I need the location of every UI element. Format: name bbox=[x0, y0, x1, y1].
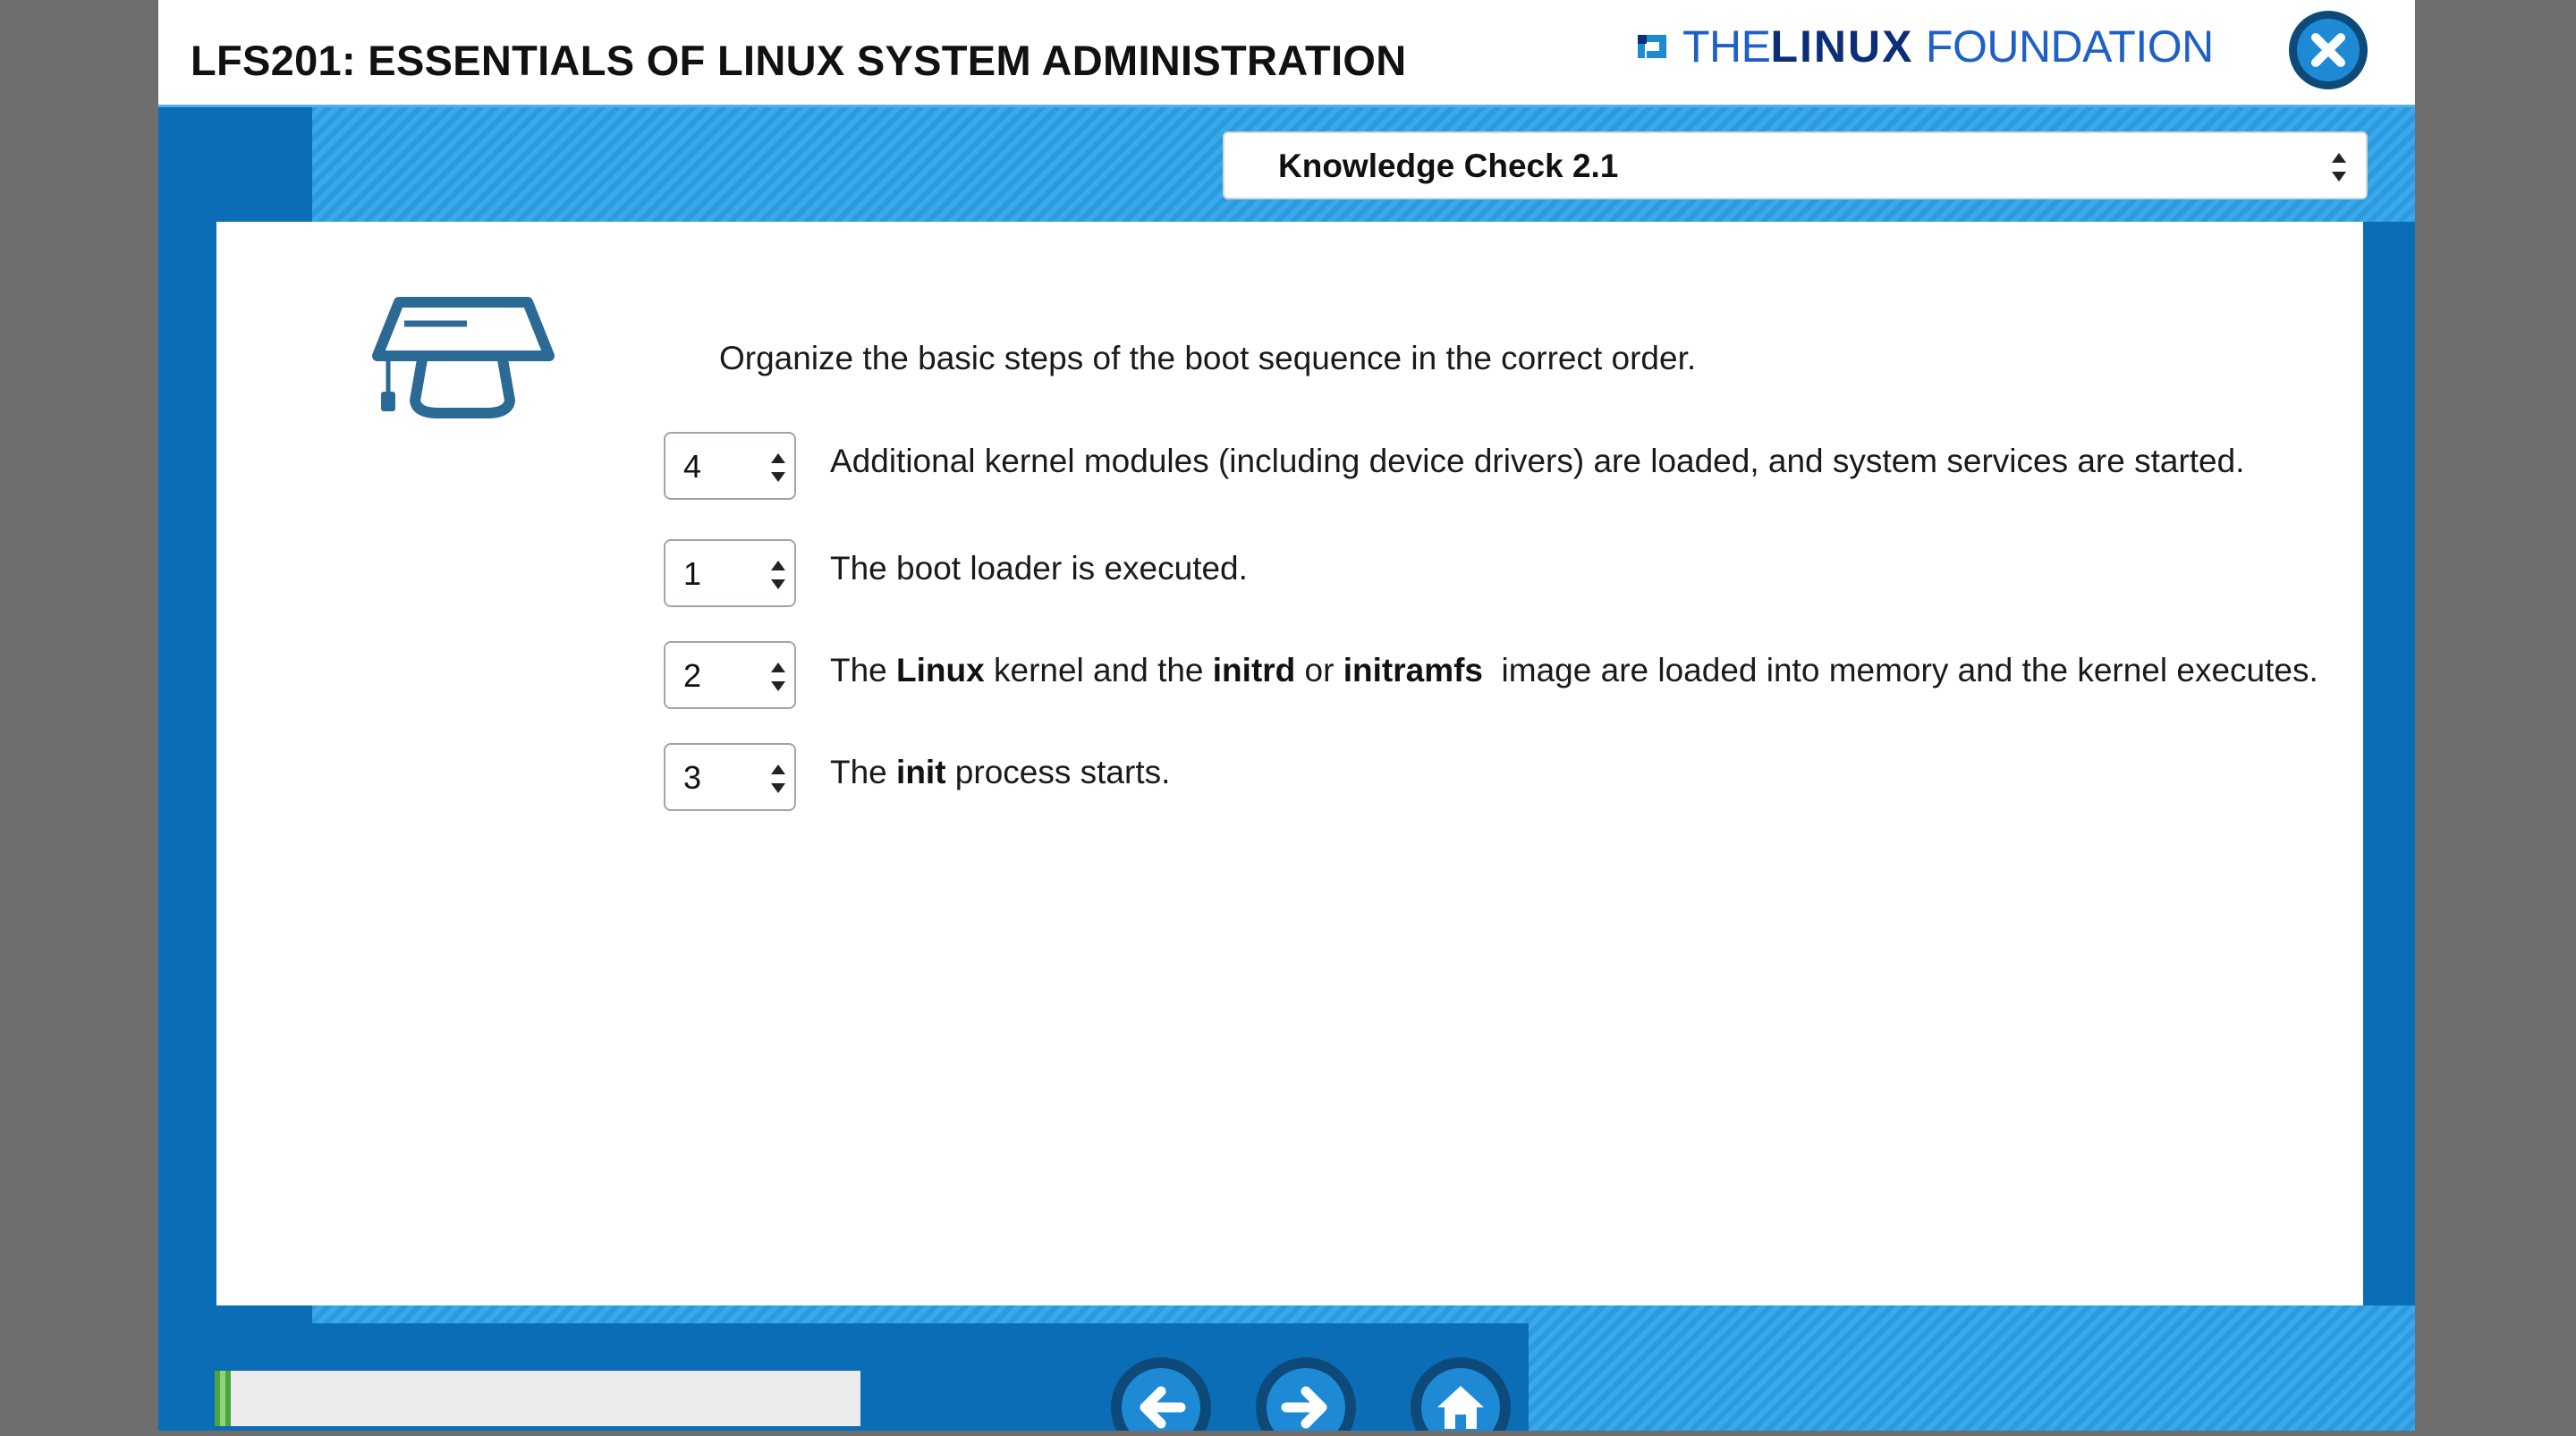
back-arrow-icon bbox=[1140, 1386, 1186, 1429]
step-text: Additional kernel modules (including dev… bbox=[830, 443, 2245, 479]
order-row: 3 The init process starts. bbox=[664, 743, 2363, 811]
course-player: LFS201: ESSENTIALS OF LINUX SYSTEM ADMIN… bbox=[158, 0, 2415, 1431]
select-arrows-icon bbox=[771, 764, 785, 793]
select-arrows-icon bbox=[771, 453, 785, 482]
order-value: 3 bbox=[683, 759, 702, 796]
linux-foundation-logo: THELINUX FOUNDATION bbox=[1634, 20, 2214, 73]
select-arrows-icon bbox=[2332, 153, 2346, 182]
content-panel: Organize the basic steps of the boot seq… bbox=[216, 222, 2363, 1305]
step-text: The boot loader is executed. bbox=[830, 550, 1248, 587]
step-text: The Linux kernel and the initrd or initr… bbox=[830, 652, 2318, 688]
order-value: 4 bbox=[683, 448, 702, 485]
select-arrows-icon bbox=[771, 561, 785, 589]
select-arrows-icon bbox=[771, 663, 785, 691]
question-prompt: Organize the basic steps of the boot seq… bbox=[719, 340, 1697, 376]
order-value: 2 bbox=[683, 657, 702, 694]
course-title: LFS201: ESSENTIALS OF LINUX SYSTEM ADMIN… bbox=[191, 37, 1407, 84]
brand-the: THE bbox=[1682, 21, 1771, 72]
order-select[interactable]: 3 bbox=[664, 743, 796, 811]
order-row: 1 The boot loader is executed. bbox=[664, 539, 2363, 607]
graduation-cap-icon bbox=[372, 297, 555, 418]
linux-foundation-mark-icon bbox=[1634, 31, 1670, 62]
order-select[interactable]: 1 bbox=[664, 539, 796, 607]
topic-select[interactable]: Knowledge Check 2.1 bbox=[1223, 131, 2368, 199]
order-row: 4 Additional kernel modules (including d… bbox=[664, 432, 2363, 500]
forward-arrow-icon bbox=[1281, 1386, 1327, 1429]
topic-select-value: Knowledge Check 2.1 bbox=[1278, 148, 1619, 184]
brand-foundation: FOUNDATION bbox=[1925, 21, 2214, 72]
order-row: 2 The Linux kernel and the initrd or ini… bbox=[664, 641, 2363, 709]
progress-bar bbox=[215, 1371, 860, 1426]
order-value: 1 bbox=[683, 555, 702, 592]
home-icon bbox=[1437, 1386, 1484, 1429]
order-select[interactable]: 4 bbox=[664, 432, 796, 500]
close-button[interactable] bbox=[2289, 11, 2368, 89]
order-select[interactable]: 2 bbox=[664, 641, 796, 709]
header: LFS201: ESSENTIALS OF LINUX SYSTEM ADMIN… bbox=[158, 0, 2415, 107]
progress-fill bbox=[215, 1371, 232, 1426]
brand-linux: LINUX bbox=[1770, 21, 1914, 72]
step-text: The init process starts. bbox=[830, 754, 1171, 790]
close-x-icon bbox=[2311, 33, 2345, 67]
